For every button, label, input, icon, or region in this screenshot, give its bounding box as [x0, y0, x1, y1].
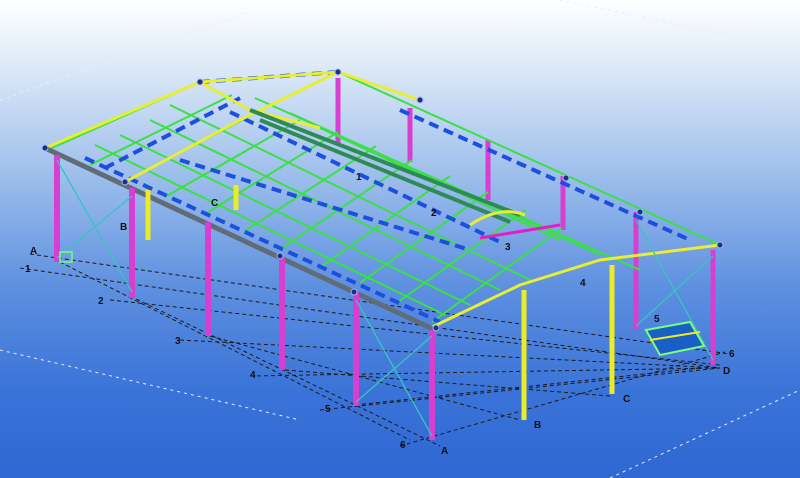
- grid-label-6-front: 6: [729, 349, 735, 360]
- grid-label-a-left: A: [30, 246, 37, 257]
- grid-label-2-left: 2: [98, 296, 104, 307]
- grid-label-b-front: B: [534, 420, 541, 431]
- grid-label-3-left: 3: [175, 336, 181, 347]
- grid-label-5-far: 5: [654, 314, 660, 325]
- structure-view[interactable]: A 1 B 2 C 3 4 5 6 A B C D 6 1 2 3 4 5: [0, 0, 800, 478]
- grid-label-1-far: 1: [356, 172, 362, 183]
- grid-label-4-left: 4: [250, 370, 256, 381]
- grid-label-1-left: 1: [25, 264, 31, 275]
- grid-label-4-far: 4: [580, 278, 586, 289]
- grid-label-c-left: C: [211, 198, 218, 209]
- grid-label-2-far: 2: [431, 208, 437, 219]
- grid-label-3-far: 3: [505, 242, 511, 253]
- grid-label-5-left: 5: [325, 404, 331, 415]
- 3d-model-viewport[interactable]: A 1 B 2 C 3 4 5 6 A B C D 6 1 2 3 4 5: [0, 0, 800, 478]
- grid-label-b-left: B: [120, 222, 127, 233]
- ridge-members: [249, 108, 521, 224]
- background-guidelines: [0, 0, 800, 478]
- roof-bracing: [84, 70, 691, 324]
- grid-label-d-front: D: [723, 366, 730, 377]
- grid-label-6-left: 6: [400, 440, 406, 451]
- front-columns: [54, 155, 435, 440]
- grid-label-a-front: A: [441, 446, 448, 457]
- grid-label-c-front: C: [623, 394, 630, 405]
